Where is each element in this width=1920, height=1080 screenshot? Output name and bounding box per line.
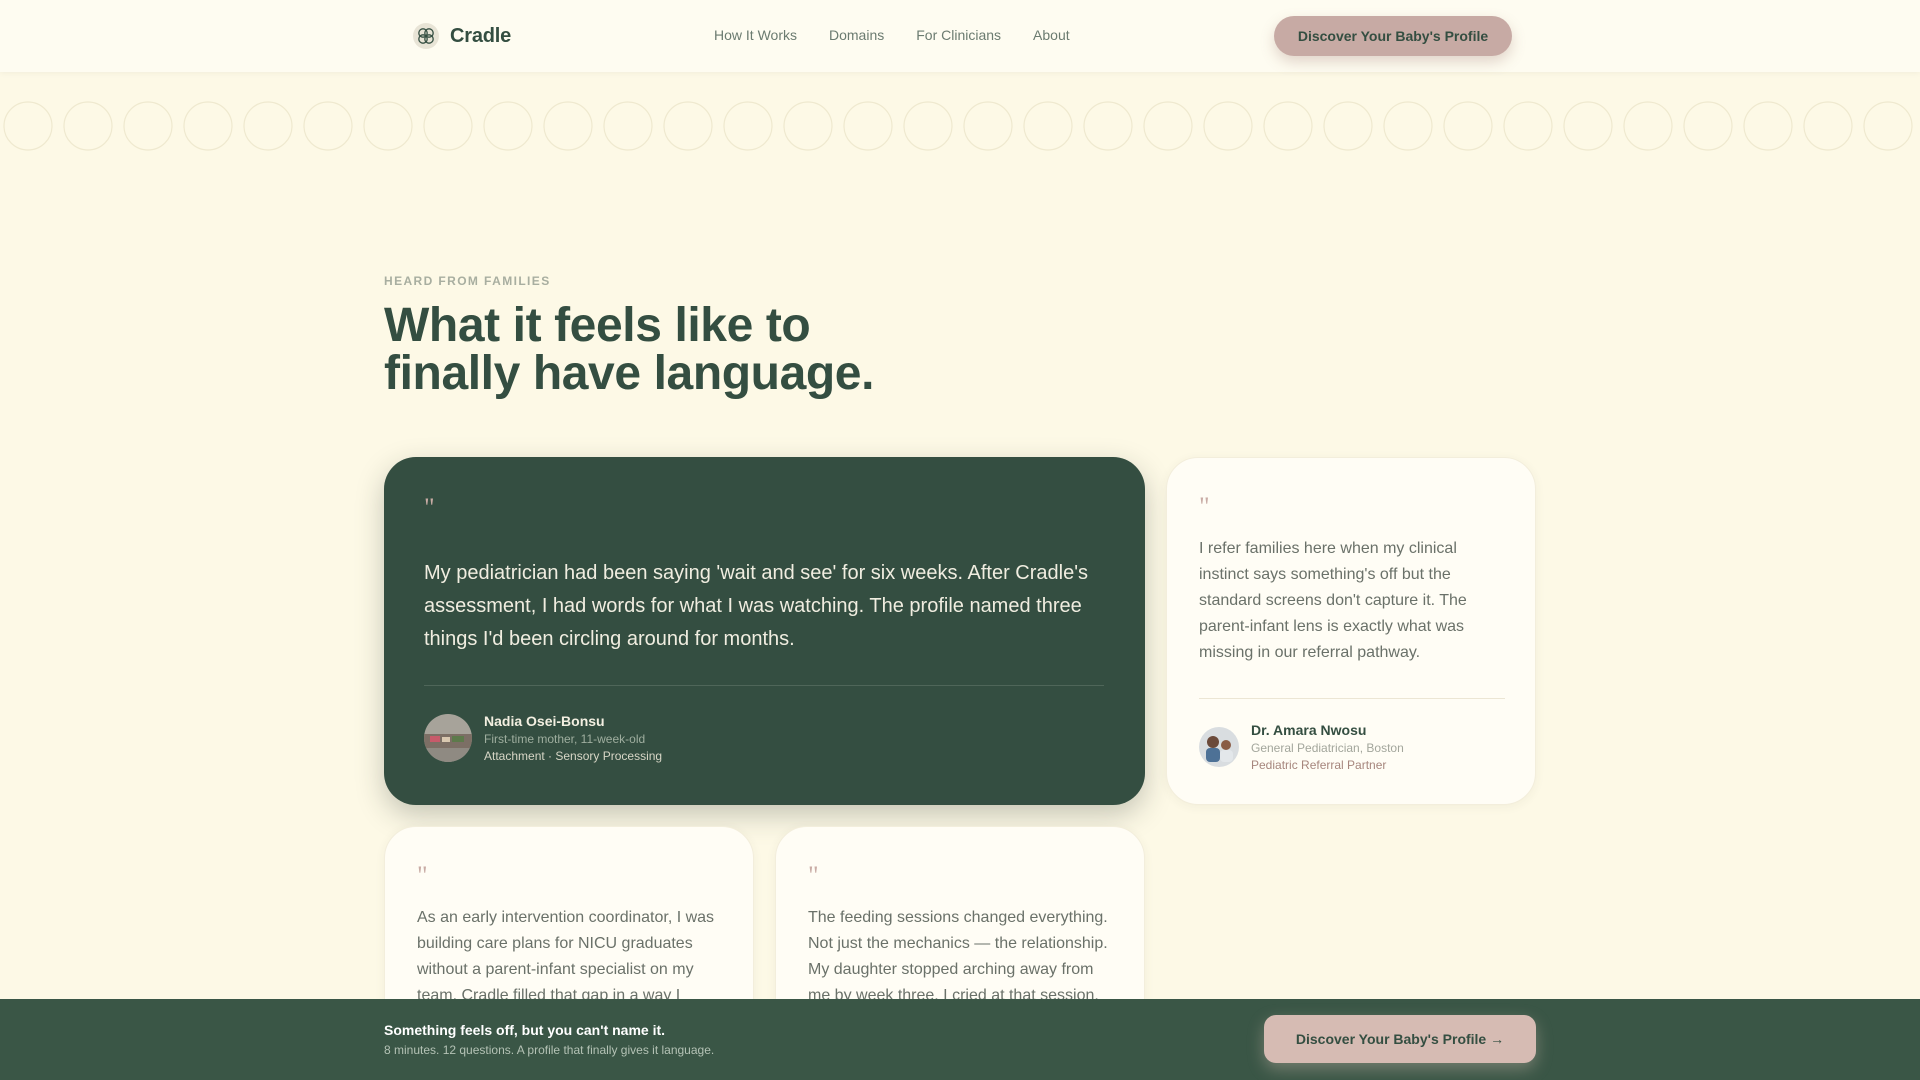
- discover-profile-cta-button[interactable]: Discover Your Baby's Profile →: [1264, 1015, 1536, 1063]
- author-name: Nadia Osei-Bonsu: [484, 713, 605, 729]
- decorative-circle: [1503, 101, 1553, 151]
- author-role: First-time mother, 11-week-old: [484, 732, 646, 746]
- testimonial-text: As an early intervention coordinator, I …: [417, 909, 715, 1004]
- decorative-circle: [1143, 101, 1193, 151]
- decorative-circle: [3, 101, 53, 151]
- decorative-circle: [1563, 101, 1613, 151]
- cta-bar-subtitle: 8 minutes. 12 questions. A profile that …: [384, 1043, 715, 1057]
- testimonial-text: I refer families here when my clinical i…: [1199, 540, 1467, 661]
- sticky-cta-bar: Something feels off, but you can't name …: [0, 999, 1920, 1080]
- testimonial-author: Dr. Amara Nwosu General Pediatrician, Bo…: [1199, 722, 1404, 772]
- circle-pattern-graphic: [3, 101, 1913, 151]
- decorative-circle: [123, 101, 173, 151]
- author-tags: Attachment · Sensory Processing: [484, 749, 663, 763]
- quote-icon: ": [424, 493, 435, 522]
- author-info: Nadia Osei-Bonsu First-time mother, 11-w…: [484, 713, 662, 763]
- decorative-circle: [483, 101, 533, 151]
- card-divider: [424, 685, 1104, 686]
- decorative-circle: [1743, 101, 1793, 151]
- decorative-circle: [543, 101, 593, 151]
- author-tags: Pediatric Referral Partner: [1251, 758, 1387, 772]
- cta-bar-title: Something feels off, but you can't name …: [384, 1022, 666, 1038]
- decorative-circle: [243, 101, 293, 151]
- decorative-circle: [1863, 101, 1913, 151]
- author-role: General Pediatrician, Boston: [1251, 741, 1404, 755]
- avatar: [1199, 727, 1239, 767]
- decorative-circle: [663, 101, 713, 151]
- decorative-circle: [1263, 101, 1313, 151]
- brand[interactable]: Cradle: [412, 22, 511, 50]
- testimonial-author: Nadia Osei-Bonsu First-time mother, 11-w…: [424, 713, 662, 763]
- card-divider: [1199, 698, 1505, 699]
- nav-link-domains[interactable]: Domains: [829, 27, 884, 43]
- top-navigation: Cradle How It Works Domains For Clinicia…: [0, 0, 1920, 72]
- decorative-circle-pattern: [0, 96, 1920, 156]
- clinician-testimonial-card: " I refer families here when my clinical…: [1166, 457, 1536, 805]
- testimonial-text: The feeding sessions changed everything.…: [808, 909, 1108, 1004]
- decorative-circle: [423, 101, 473, 151]
- decorative-circle: [1023, 101, 1073, 151]
- avatar-photo: [1199, 727, 1239, 767]
- author-name: Dr. Amara Nwosu: [1251, 722, 1367, 738]
- decorative-circle: [1623, 101, 1673, 151]
- heading-line-2: finally have language.: [384, 347, 875, 400]
- decorative-circle: [843, 101, 893, 151]
- decorative-circle: [603, 101, 653, 151]
- author-info: Dr. Amara Nwosu General Pediatrician, Bo…: [1251, 722, 1404, 772]
- decorative-circle: [1803, 101, 1853, 151]
- main-nav: How It Works Domains For Clinicians Abou…: [714, 27, 1070, 43]
- featured-testimonial-card: " My pediatrician had been saying 'wait …: [384, 457, 1145, 805]
- section-eyebrow: HEARD FROM FAMILIES: [384, 274, 551, 288]
- decorative-circle: [303, 101, 353, 151]
- decorative-circle: [1383, 101, 1433, 151]
- section-heading: What it feels like to finally have langu…: [384, 302, 1004, 398]
- decorative-circle: [1083, 101, 1133, 151]
- decorative-circle: [1323, 101, 1373, 151]
- avatar-photo: [424, 714, 472, 762]
- quote-icon: ": [808, 861, 819, 890]
- decorative-circle: [1203, 101, 1253, 151]
- nav-link-how-it-works[interactable]: How It Works: [714, 27, 797, 43]
- decorative-circle: [183, 101, 233, 151]
- decorative-circle: [723, 101, 773, 151]
- avatar: [424, 714, 472, 762]
- brand-name: Cradle: [450, 24, 512, 47]
- decorative-circle: [903, 101, 953, 151]
- discover-profile-button[interactable]: Discover Your Baby's Profile: [1274, 16, 1512, 56]
- heading-line-1: What it feels like to: [384, 299, 811, 352]
- nav-link-about[interactable]: About: [1033, 27, 1070, 43]
- decorative-circle: [783, 101, 833, 151]
- decorative-circle: [1443, 101, 1493, 151]
- decorative-circle: [963, 101, 1013, 151]
- decorative-circle: [363, 101, 413, 151]
- quote-icon: ": [1199, 492, 1210, 521]
- decorative-circle: [1683, 101, 1733, 151]
- nav-link-for-clinicians[interactable]: For Clinicians: [916, 27, 1001, 43]
- flower-logo-icon: [413, 23, 439, 49]
- quote-icon: ": [417, 861, 428, 890]
- decorative-circle: [63, 101, 113, 151]
- testimonial-text: My pediatrician had been saying 'wait an…: [424, 562, 1089, 650]
